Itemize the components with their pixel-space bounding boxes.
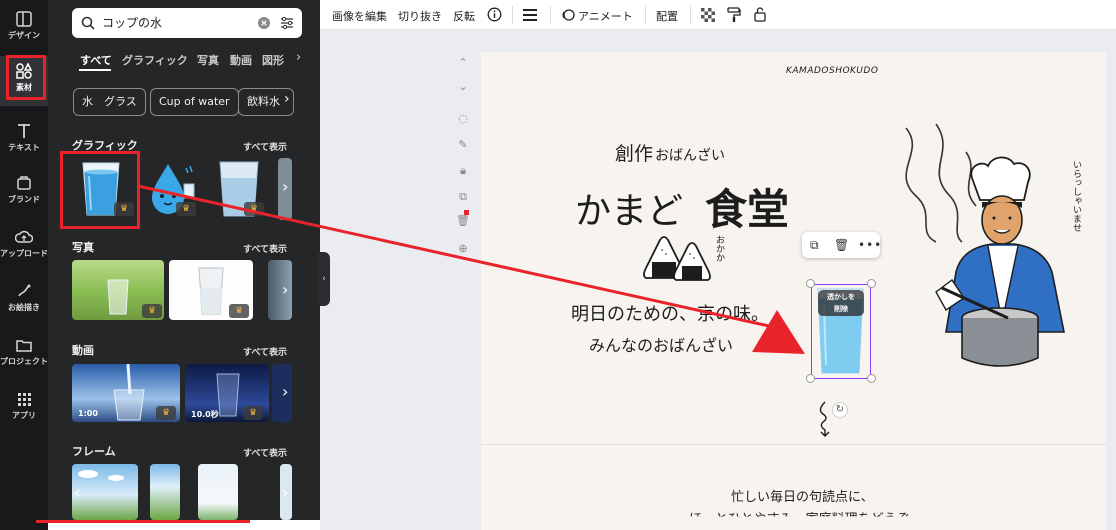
- annotation-arrow: [137, 184, 805, 354]
